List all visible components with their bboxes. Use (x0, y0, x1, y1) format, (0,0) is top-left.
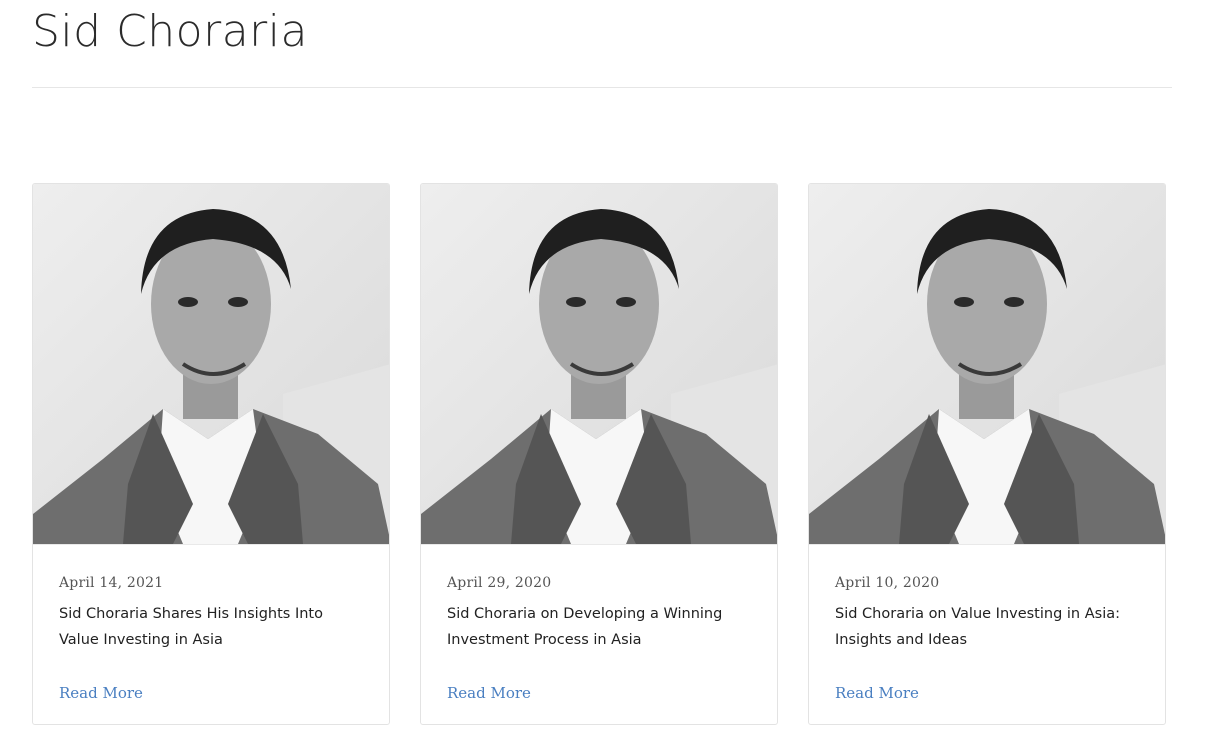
article-card: April 14, 2021 Sid Choraria Shares His I… (32, 183, 390, 725)
article-date: April 10, 2020 (835, 575, 940, 591)
author-portrait-image[interactable] (33, 184, 390, 545)
article-list: April 14, 2021 Sid Choraria Shares His I… (32, 183, 1166, 725)
title-divider (32, 87, 1172, 88)
article-date: April 14, 2021 (59, 575, 164, 591)
article-card: April 10, 2020 Sid Choraria on Value Inv… (808, 183, 1166, 725)
page-title: Sid Choraria (32, 6, 308, 57)
read-more-link[interactable]: Read More (447, 684, 531, 702)
article-title[interactable]: Sid Choraria Shares His Insights Into Va… (59, 601, 363, 653)
read-more-link[interactable]: Read More (835, 684, 919, 702)
article-date: April 29, 2020 (447, 575, 552, 591)
article-title[interactable]: Sid Choraria on Developing a Winning Inv… (447, 601, 751, 653)
author-portrait-image[interactable] (809, 184, 1166, 545)
author-portrait-image[interactable] (421, 184, 778, 545)
read-more-link[interactable]: Read More (59, 684, 143, 702)
article-card: April 29, 2020 Sid Choraria on Developin… (420, 183, 778, 725)
article-title[interactable]: Sid Choraria on Value Investing in Asia:… (835, 601, 1139, 653)
